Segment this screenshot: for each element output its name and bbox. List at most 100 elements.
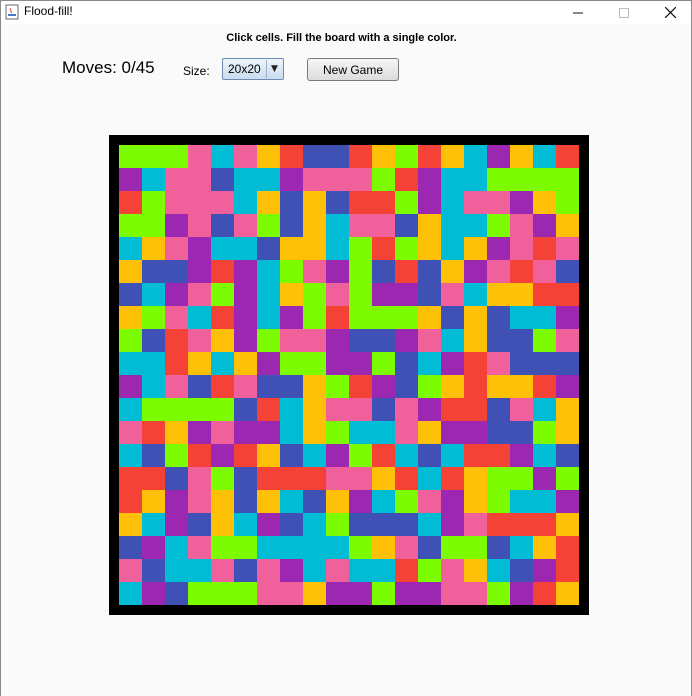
board-cell[interactable]	[303, 283, 326, 306]
board-cell[interactable]	[142, 559, 165, 582]
board-cell[interactable]	[188, 490, 211, 513]
board-cell[interactable]	[142, 214, 165, 237]
board-cell[interactable]	[257, 467, 280, 490]
board-cell[interactable]	[395, 421, 418, 444]
board-cell[interactable]	[188, 214, 211, 237]
board-cell[interactable]	[349, 306, 372, 329]
board-cell[interactable]	[395, 145, 418, 168]
board-cell[interactable]	[395, 214, 418, 237]
board-cell[interactable]	[418, 444, 441, 467]
board-cell[interactable]	[188, 191, 211, 214]
board-cell[interactable]	[257, 283, 280, 306]
board-cell[interactable]	[280, 375, 303, 398]
board-cell[interactable]	[418, 260, 441, 283]
board-cell[interactable]	[395, 306, 418, 329]
board-cell[interactable]	[533, 490, 556, 513]
board-cell[interactable]	[280, 352, 303, 375]
board-cell[interactable]	[303, 329, 326, 352]
board-cell[interactable]	[234, 559, 257, 582]
board-cell[interactable]	[464, 559, 487, 582]
flood-board[interactable]	[119, 145, 579, 605]
board-cell[interactable]	[533, 559, 556, 582]
board-cell[interactable]	[418, 214, 441, 237]
board-cell[interactable]	[510, 145, 533, 168]
board-cell[interactable]	[188, 421, 211, 444]
board-cell[interactable]	[119, 536, 142, 559]
board-cell[interactable]	[326, 513, 349, 536]
board-cell[interactable]	[441, 145, 464, 168]
board-cell[interactable]	[349, 329, 372, 352]
board-cell[interactable]	[533, 306, 556, 329]
board-cell[interactable]	[418, 283, 441, 306]
board-cell[interactable]	[234, 145, 257, 168]
board-cell[interactable]	[165, 421, 188, 444]
board-cell[interactable]	[142, 513, 165, 536]
board-cell[interactable]	[280, 283, 303, 306]
board-cell[interactable]	[349, 444, 372, 467]
board-cell[interactable]	[372, 444, 395, 467]
new-game-button[interactable]: New Game	[307, 58, 399, 81]
board-cell[interactable]	[556, 536, 579, 559]
board-cell[interactable]	[464, 513, 487, 536]
board-cell[interactable]	[487, 168, 510, 191]
board-cell[interactable]	[142, 444, 165, 467]
board-cell[interactable]	[188, 536, 211, 559]
board-cell[interactable]	[372, 306, 395, 329]
board-cell[interactable]	[418, 191, 441, 214]
board-cell[interactable]	[418, 559, 441, 582]
board-cell[interactable]	[464, 375, 487, 398]
board-cell[interactable]	[280, 191, 303, 214]
board-cell[interactable]	[280, 582, 303, 605]
board-cell[interactable]	[487, 191, 510, 214]
board-cell[interactable]	[188, 329, 211, 352]
board-cell[interactable]	[188, 559, 211, 582]
board-cell[interactable]	[280, 513, 303, 536]
board-cell[interactable]	[142, 329, 165, 352]
board-cell[interactable]	[441, 168, 464, 191]
board-cell[interactable]	[464, 145, 487, 168]
maximize-button[interactable]	[601, 1, 647, 24]
board-cell[interactable]	[533, 536, 556, 559]
board-cell[interactable]	[372, 559, 395, 582]
board-cell[interactable]	[510, 237, 533, 260]
board-cell[interactable]	[395, 283, 418, 306]
board-cell[interactable]	[326, 421, 349, 444]
board-cell[interactable]	[165, 559, 188, 582]
board-cell[interactable]	[142, 283, 165, 306]
board-cell[interactable]	[211, 191, 234, 214]
board-cell[interactable]	[349, 375, 372, 398]
board-cell[interactable]	[234, 513, 257, 536]
board-cell[interactable]	[165, 582, 188, 605]
board-cell[interactable]	[257, 145, 280, 168]
board-cell[interactable]	[142, 421, 165, 444]
board-cell[interactable]	[303, 582, 326, 605]
board-cell[interactable]	[119, 352, 142, 375]
board-cell[interactable]	[165, 260, 188, 283]
board-cell[interactable]	[510, 375, 533, 398]
board-cell[interactable]	[487, 536, 510, 559]
board-cell[interactable]	[280, 214, 303, 237]
board-cell[interactable]	[142, 467, 165, 490]
board-cell[interactable]	[326, 375, 349, 398]
board-cell[interactable]	[372, 490, 395, 513]
board-cell[interactable]	[487, 145, 510, 168]
board-cell[interactable]	[533, 329, 556, 352]
board-cell[interactable]	[119, 191, 142, 214]
board-cell[interactable]	[303, 398, 326, 421]
board-cell[interactable]	[234, 191, 257, 214]
board-cell[interactable]	[257, 352, 280, 375]
board-cell[interactable]	[303, 145, 326, 168]
board-cell[interactable]	[441, 490, 464, 513]
board-cell[interactable]	[441, 444, 464, 467]
board-cell[interactable]	[349, 214, 372, 237]
board-cell[interactable]	[372, 582, 395, 605]
board-cell[interactable]	[280, 329, 303, 352]
board-cell[interactable]	[165, 237, 188, 260]
board-cell[interactable]	[165, 490, 188, 513]
board-cell[interactable]	[119, 582, 142, 605]
board-cell[interactable]	[326, 283, 349, 306]
board-cell[interactable]	[326, 214, 349, 237]
board-cell[interactable]	[326, 559, 349, 582]
board-cell[interactable]	[326, 329, 349, 352]
board-cell[interactable]	[234, 352, 257, 375]
